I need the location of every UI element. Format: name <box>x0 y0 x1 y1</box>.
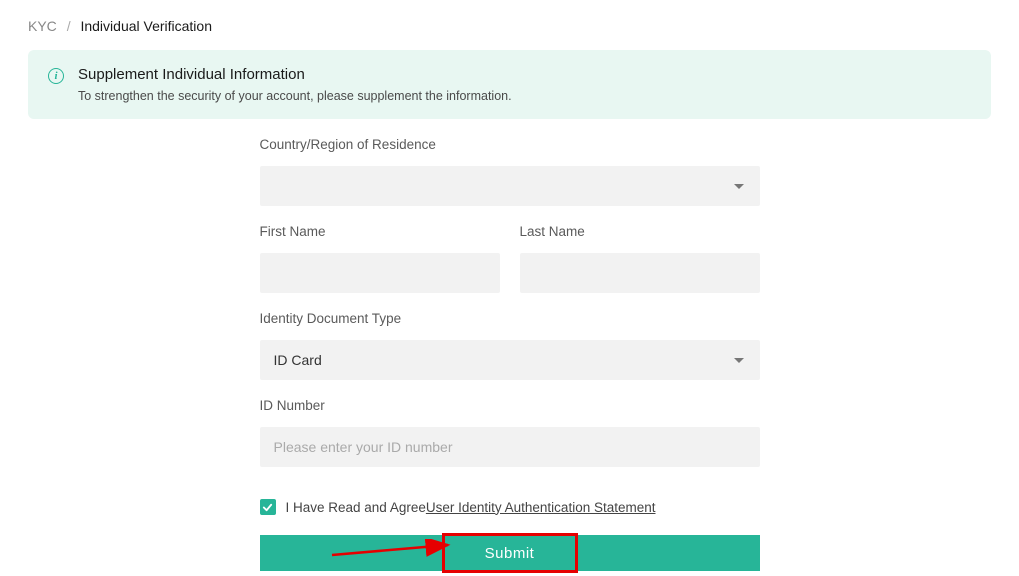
doc-type-select[interactable]: ID Card <box>260 340 760 380</box>
agree-checkbox[interactable] <box>260 499 276 515</box>
info-banner: i Supplement Individual Information To s… <box>28 50 991 119</box>
submit-button-label: Submit <box>485 545 535 562</box>
agree-text-prefix: I Have Read and Agree <box>286 500 426 515</box>
first-name-label: First Name <box>260 224 500 239</box>
submit-button[interactable]: Submit <box>260 535 760 571</box>
agree-statement-link[interactable]: User Identity Authentication Statement <box>426 500 656 515</box>
breadcrumb-parent[interactable]: KYC <box>28 18 57 34</box>
breadcrumb-separator: / <box>67 18 71 34</box>
last-name-input[interactable] <box>520 253 760 293</box>
id-number-label: ID Number <box>260 398 760 413</box>
country-select[interactable] <box>260 166 760 206</box>
banner-description: To strengthen the security of your accou… <box>78 89 512 103</box>
id-number-input[interactable] <box>260 427 760 467</box>
doc-type-label: Identity Document Type <box>260 311 760 326</box>
banner-title: Supplement Individual Information <box>78 66 512 83</box>
country-label: Country/Region of Residence <box>260 137 760 152</box>
kyc-form: Country/Region of Residence First Name L… <box>260 137 760 571</box>
doc-type-selected-value: ID Card <box>274 352 322 368</box>
agree-row: I Have Read and AgreeUser Identity Authe… <box>260 499 760 515</box>
breadcrumb-current: Individual Verification <box>80 18 212 34</box>
chevron-down-icon <box>734 358 744 363</box>
last-name-label: Last Name <box>520 224 760 239</box>
info-icon: i <box>48 68 64 84</box>
info-text: Supplement Individual Information To str… <box>78 66 512 103</box>
chevron-down-icon <box>734 184 744 189</box>
check-icon <box>262 502 273 513</box>
breadcrumb: KYC / Individual Verification <box>0 0 1019 50</box>
first-name-input[interactable] <box>260 253 500 293</box>
